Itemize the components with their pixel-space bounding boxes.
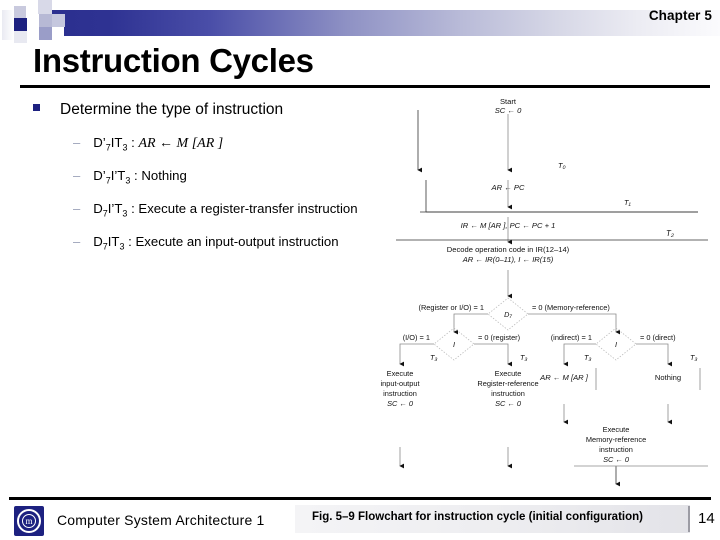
flow-d7-node-label: D₇	[504, 310, 512, 319]
flow-i-right-branch-label: (indirect) = 1	[551, 333, 592, 342]
flow-i-right-node-label: I	[615, 340, 617, 349]
dash-bullet-icon: –	[73, 135, 81, 150]
slide: Chapter 5 Instruction Cycles Determine t…	[0, 0, 720, 540]
deco-square-j	[52, 27, 64, 39]
dash-bullet-icon: –	[73, 201, 81, 216]
svg-text:SC ← 0: SC ← 0	[603, 455, 630, 464]
bullet-level1-label: Determine the type of instruction	[60, 101, 284, 118]
list-item-4-text: D7IT3 : Execute an input-output instruct…	[93, 234, 339, 252]
flow-t3-a-label: T₃	[430, 353, 438, 362]
deco-square-d	[14, 18, 27, 31]
university-logo: m	[14, 506, 44, 536]
flow-t2-action-line1: Decode operation code in IR(12–14)	[447, 245, 570, 254]
flow-i-left-right-branch-label: = 0 (register)	[478, 333, 520, 342]
deco-square-g	[52, 14, 65, 27]
list-item-2: – D’7I’T3 : Nothing	[73, 168, 187, 186]
dash-bullet-icon: –	[73, 234, 81, 249]
page-title: Instruction Cycles	[33, 42, 314, 79]
list-item-1-text: D’7IT3 : AR ← M [AR ]	[93, 135, 224, 153]
list-item-3: – D7I’T3 : Execute a register-transfer i…	[73, 201, 358, 219]
flow-i-left-branch-label: (I/O) = 1	[403, 333, 430, 342]
page-number: 14	[698, 510, 715, 527]
flow-t1-label: T₁	[624, 198, 632, 207]
svg-text:instruction: instruction	[383, 389, 417, 398]
deco-square-e	[27, 18, 39, 30]
chapter-label: Chapter 5	[648, 8, 712, 23]
svg-text:input-output: input-output	[380, 379, 419, 388]
footer-course-title: Computer System Architecture 1	[57, 512, 265, 528]
figure-caption: Fig. 5–9 Flowchart for instruction cycle…	[312, 511, 643, 523]
deco-square-f	[39, 14, 52, 27]
flow-t0-action: AR ← PC	[491, 183, 525, 192]
flow-d7-right-label: = 0 (Memory-reference)	[532, 303, 610, 312]
dash-bullet-icon: –	[73, 168, 81, 183]
flow-t3-b-label: T₃	[520, 353, 528, 362]
deco-square-c	[38, 0, 52, 14]
flow-i-left-node-label: I	[453, 340, 455, 349]
flow-box-nothing: Nothing	[655, 373, 681, 382]
title-underline	[20, 85, 710, 88]
square-bullet-icon	[33, 104, 40, 111]
logo-letter: m	[22, 514, 36, 528]
flow-box-register-reference: Execute Register-reference instruction S…	[477, 369, 538, 408]
list-item-1: – D’7IT3 : AR ← M [AR ]	[73, 135, 223, 153]
list-item-3-text: D7I’T3 : Execute a register-transfer ins…	[93, 201, 358, 219]
header-gradient-bar	[40, 10, 720, 36]
flow-t2-action-line2: AR ← IR(0–11), I ← IR(15)	[462, 255, 554, 264]
list-item-2-text: D’7I’T3 : Nothing	[93, 168, 187, 186]
bullet-level1: Determine the type of instruction	[33, 101, 283, 119]
svg-text:SC ← 0: SC ← 0	[495, 399, 522, 408]
svg-text:Execute: Execute	[387, 369, 414, 378]
flow-t0-label: T₀	[558, 161, 566, 170]
footer-rule	[9, 497, 711, 500]
flow-box-input-output: Execute input-output instruction SC ← 0	[380, 369, 419, 408]
flow-t1-action: IR ← M [AR ], PC ← PC + 1	[461, 221, 556, 230]
flow-d7-left-label: (Register or I/O) = 1	[418, 303, 484, 312]
deco-square-l	[14, 31, 27, 43]
flow-box-indirect: AR ← M [AR ]	[539, 373, 589, 382]
svg-text:instruction: instruction	[599, 445, 633, 454]
svg-text:Memory-reference: Memory-reference	[586, 435, 646, 444]
flow-start-line2: SC ← 0	[495, 106, 522, 115]
deco-square-h	[39, 27, 52, 40]
caption-divider	[688, 506, 690, 532]
flow-t2-label: T₂	[666, 229, 674, 238]
svg-text:SC ← 0: SC ← 0	[387, 399, 414, 408]
svg-text:Execute: Execute	[495, 369, 522, 378]
flow-start-line1: Start	[500, 97, 517, 106]
list-item-4: – D7IT3 : Execute an input-output instru…	[73, 234, 339, 252]
deco-square-a	[14, 6, 26, 18]
flow-t3-c-label: T₃	[584, 353, 592, 362]
svg-text:Register-reference: Register-reference	[477, 379, 538, 388]
flow-t3-d-label: T₃	[690, 353, 698, 362]
instruction-cycle-flowchart: Start SC ← 0 T₀ AR ← PC T₁ IR ← M [AR ],…	[380, 97, 708, 487]
deco-square-b	[26, 6, 38, 18]
flow-box-memory-reference: Execute Memory-reference instruction SC …	[586, 425, 646, 464]
svg-text:Execute: Execute	[603, 425, 630, 434]
svg-text:instruction: instruction	[491, 389, 525, 398]
flow-i-right-right-branch-label: = 0 (direct)	[640, 333, 676, 342]
deco-square-k	[2, 10, 14, 40]
